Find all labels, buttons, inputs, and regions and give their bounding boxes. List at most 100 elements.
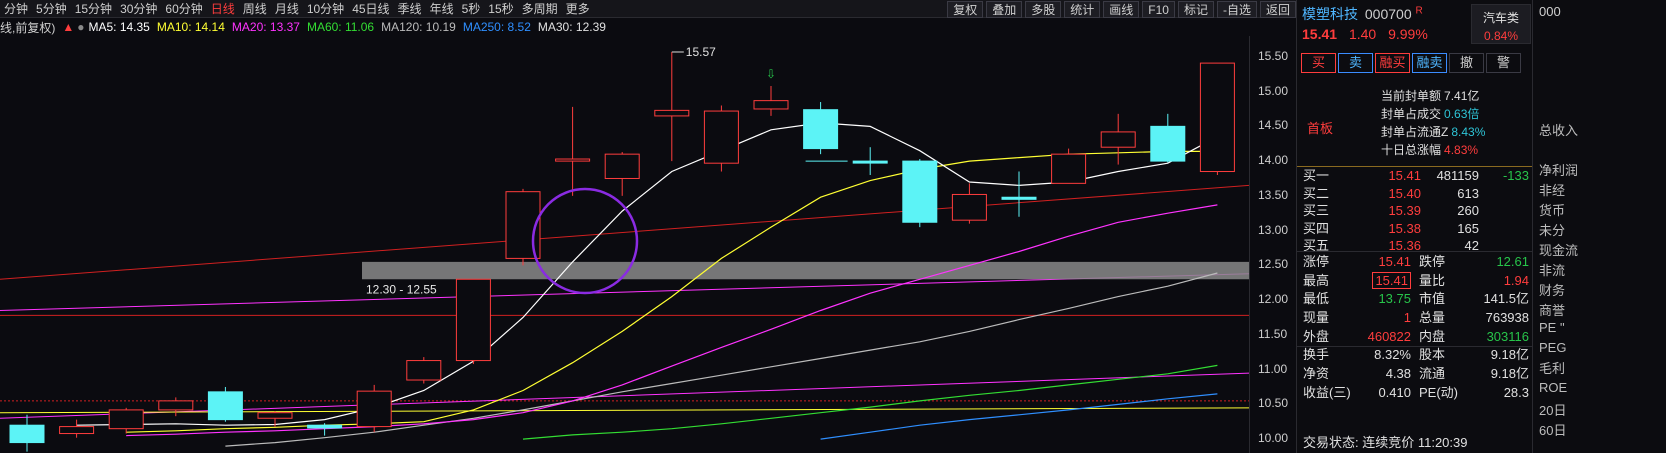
- candlestick-chart[interactable]: 12.30 - 12.5515.579.82⇩: [0, 36, 1249, 453]
- tool-button[interactable]: 多股: [1025, 0, 1062, 18]
- finance-label[interactable]: PE ": [1539, 320, 1565, 335]
- finance-label[interactable]: 60日: [1539, 420, 1566, 439]
- stat-row: 外盘 460822 内盘 303116: [1297, 328, 1533, 347]
- stat-value: 303116: [1486, 328, 1529, 344]
- price-tick: 13.50: [1258, 187, 1289, 202]
- sector-name: 汽车类: [1482, 11, 1519, 25]
- ma-legend: 线,前复权) ▲ ● MA5: 14.35 MA10: 14.14 MA20: …: [0, 19, 613, 35]
- price-tick: 15.50: [1258, 48, 1289, 63]
- period-tab[interactable]: 日线: [207, 0, 239, 18]
- stat-label: 收益(三): [1303, 384, 1351, 400]
- orderbook-label: 买四: [1303, 220, 1330, 236]
- candle-down: [803, 109, 839, 150]
- seal-info: 当前封单额 7.41亿 封单占成交 0.63倍 封单占流通Z 8.43% 十日总涨幅 4.83…: [1381, 87, 1485, 159]
- period-toolbar: 分钟 5分钟 15分钟 30分钟 60分钟 日线 周线 月线 10分钟 45日线 季线 年线 5秒 15秒…: [0, 0, 1296, 18]
- stat-row: 最低 13.75 市值 141.5亿: [1297, 290, 1533, 309]
- price-tick: 11.50: [1258, 326, 1288, 341]
- trade-button[interactable]: 卖: [1338, 53, 1373, 73]
- stat-value: 0.410: [1378, 384, 1411, 400]
- stat-label: 净资: [1303, 366, 1330, 382]
- candle-down: [9, 424, 45, 444]
- finance-label[interactable]: 商誉: [1539, 300, 1565, 319]
- stat-label: 涨停: [1303, 254, 1330, 269]
- seal-row: 十日总涨幅 4.83%: [1381, 141, 1485, 159]
- period-tab[interactable]: 更多: [562, 0, 594, 18]
- finance-label[interactable]: 净利润: [1539, 160, 1578, 179]
- seal-label: 封单占成交: [1381, 107, 1442, 121]
- finance-label[interactable]: 20日: [1539, 400, 1566, 419]
- period-tab[interactable]: 60分钟: [161, 0, 206, 18]
- candle-up: [703, 110, 739, 164]
- signal-arrow-icon: ⇩: [766, 67, 776, 81]
- period-tab[interactable]: 分钟: [0, 0, 32, 18]
- trade-button[interactable]: 融卖: [1412, 53, 1447, 73]
- finance-label[interactable]: 财务: [1539, 280, 1565, 299]
- finance-label[interactable]: 非经: [1539, 180, 1565, 199]
- tool-button[interactable]: 返回: [1259, 0, 1296, 18]
- stat-label: 最高: [1303, 272, 1330, 288]
- period-tab[interactable]: 15秒: [484, 0, 517, 18]
- period-tab[interactable]: 30分钟: [116, 0, 161, 18]
- tool-button[interactable]: 标记: [1177, 0, 1214, 18]
- period-tab[interactable]: 月线: [271, 0, 303, 18]
- tool-button[interactable]: 叠加: [986, 0, 1023, 18]
- trade-button[interactable]: 警: [1486, 53, 1521, 73]
- divider: [1297, 251, 1533, 252]
- tool-button[interactable]: 复权: [947, 0, 984, 18]
- trade-button[interactable]: 融买: [1375, 53, 1410, 73]
- finance-label[interactable]: 未分: [1539, 220, 1565, 239]
- quote-stats: 涨停 15.41 跌停 12.61 最高 15.41 量比 1.94 最低 13.75 市值 141.…: [1297, 253, 1533, 403]
- tool-button[interactable]: 统计: [1064, 0, 1101, 18]
- orderbook-row[interactable]: 买三 15.39 260: [1297, 202, 1533, 220]
- seal-value: 0.63倍: [1444, 107, 1480, 121]
- period-tab[interactable]: 5秒: [458, 0, 485, 18]
- period-tab[interactable]: 5分钟: [32, 0, 71, 18]
- seal-row: 封单占成交 0.63倍: [1381, 105, 1485, 123]
- stat-label: 量比: [1419, 272, 1446, 288]
- period-tab[interactable]: 15分钟: [71, 0, 116, 18]
- sector-button[interactable]: 汽车类 0.84%: [1471, 4, 1531, 44]
- quote-panel: 模塑科技 000700 R 汽车类 0.84% 15.41 1.40 9.99%…: [1296, 0, 1533, 453]
- finance-label[interactable]: 货币: [1539, 200, 1565, 219]
- candle-up: [158, 400, 194, 411]
- period-tab[interactable]: 年线: [426, 0, 458, 18]
- price-tick: 14.00: [1258, 153, 1289, 168]
- price-tick: 15.00: [1258, 83, 1289, 98]
- stat-label: 市值: [1419, 291, 1446, 307]
- stat-value: 13.75: [1378, 291, 1411, 307]
- period-tab[interactable]: 周线: [239, 0, 271, 18]
- tool-button[interactable]: -自选: [1216, 0, 1257, 18]
- finance-label[interactable]: ROE: [1539, 380, 1567, 395]
- period-tab[interactable]: 45日线: [348, 0, 393, 18]
- trade-button[interactable]: 撤: [1449, 53, 1484, 73]
- orderbook-vol: 613: [1457, 185, 1479, 201]
- finance-label[interactable]: 非流: [1539, 260, 1565, 279]
- period-tab[interactable]: 10分钟: [303, 0, 348, 18]
- finance-label[interactable]: PEG: [1539, 340, 1566, 355]
- stock-name[interactable]: 模塑科技: [1302, 6, 1358, 22]
- orderbook-row[interactable]: 买四 15.38 165: [1297, 220, 1533, 238]
- price-axis: 15.50 15.00 14.50 14.00 13.50 13.00 12.50 12.00…: [1249, 36, 1296, 453]
- settings-icon[interactable]: ●: [77, 20, 84, 34]
- candle-down: [1001, 196, 1037, 200]
- candle-up: [604, 153, 640, 179]
- orderbook-row[interactable]: 买一 15.41 481159 -133: [1297, 167, 1533, 185]
- finance-label[interactable]: 现金流: [1539, 240, 1578, 259]
- stat-label: 股本: [1419, 347, 1446, 363]
- orderbook-row[interactable]: 买二 15.40 613: [1297, 185, 1533, 203]
- tool-button[interactable]: F10: [1142, 0, 1175, 18]
- period-tab[interactable]: 多周期: [518, 0, 562, 18]
- period-tab[interactable]: 季线: [394, 0, 426, 18]
- tool-button[interactable]: 画线: [1103, 0, 1140, 18]
- price-change: 1.40: [1348, 26, 1377, 42]
- finance-label[interactable]: 毛利: [1539, 358, 1565, 377]
- orderbook-label: 买二: [1303, 185, 1330, 201]
- price-tick: 13.00: [1258, 222, 1289, 237]
- up-arrow-icon: ▲: [62, 20, 75, 34]
- stat-label: 总量: [1419, 310, 1446, 326]
- stat-value: 28.3: [1503, 384, 1529, 400]
- orderbook-price: 15.38: [1388, 220, 1421, 236]
- ma30-label: MA30: 12.39: [537, 20, 606, 34]
- finance-label[interactable]: 总收入: [1539, 120, 1578, 139]
- trade-button[interactable]: 买: [1301, 53, 1336, 73]
